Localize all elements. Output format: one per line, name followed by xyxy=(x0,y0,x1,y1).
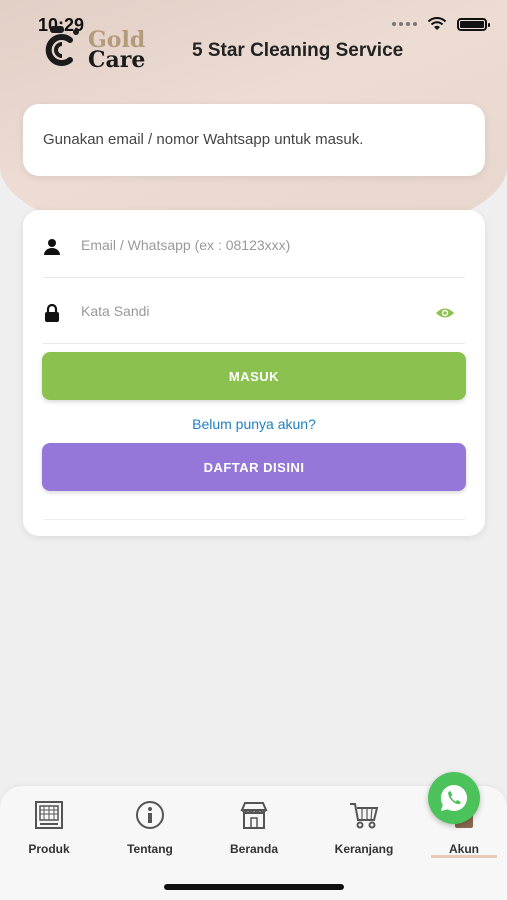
home-indicator xyxy=(164,884,344,890)
divider xyxy=(43,519,465,520)
nav-item-keranjang[interactable]: Keranjang xyxy=(324,800,404,860)
password-field xyxy=(43,282,465,344)
register-prompt-link[interactable]: Belum punya akun? xyxy=(23,416,485,432)
nav-item-beranda[interactable]: Beranda xyxy=(214,800,294,860)
eye-icon[interactable] xyxy=(435,306,455,320)
user-icon xyxy=(44,239,60,255)
info-text: Gunakan email / nomor Wahtsapp untuk mas… xyxy=(43,131,364,148)
page-title: 5 Star Cleaning Service xyxy=(192,40,404,61)
nav-label-keranjang: Keranjang xyxy=(334,842,394,856)
product-icon xyxy=(35,801,63,829)
info-card: Gunakan email / nomor Wahtsapp untuk mas… xyxy=(23,104,485,176)
email-input[interactable] xyxy=(81,232,421,258)
app-header: Gold Care 5 Star Cleaning Service xyxy=(40,24,480,74)
nav-item-tentang[interactable]: Tentang xyxy=(110,800,190,860)
whatsapp-button[interactable] xyxy=(428,772,480,824)
password-input[interactable] xyxy=(81,298,421,324)
store-icon xyxy=(240,802,268,829)
login-button[interactable]: MASUK xyxy=(42,352,466,400)
active-tab-indicator xyxy=(431,855,497,858)
info-icon xyxy=(136,801,164,829)
whatsapp-icon xyxy=(440,784,467,812)
cart-icon xyxy=(350,803,379,829)
email-field xyxy=(43,216,465,278)
lock-icon xyxy=(45,304,59,322)
nav-label-tentang: Tentang xyxy=(127,842,173,856)
nav-label-beranda: Beranda xyxy=(229,842,279,856)
logo-mark-icon xyxy=(45,26,79,66)
logo-text-care: Care xyxy=(88,47,146,73)
nav-item-produk[interactable]: Produk xyxy=(9,800,89,860)
nav-label-akun: Akun xyxy=(449,842,479,856)
register-button[interactable]: DAFTAR DISINI xyxy=(42,443,466,491)
nav-label-produk: Produk xyxy=(28,842,70,856)
login-card: MASUK Belum punya akun? DAFTAR DISINI xyxy=(23,210,485,536)
gold-care-logo: Gold Care xyxy=(40,24,160,74)
